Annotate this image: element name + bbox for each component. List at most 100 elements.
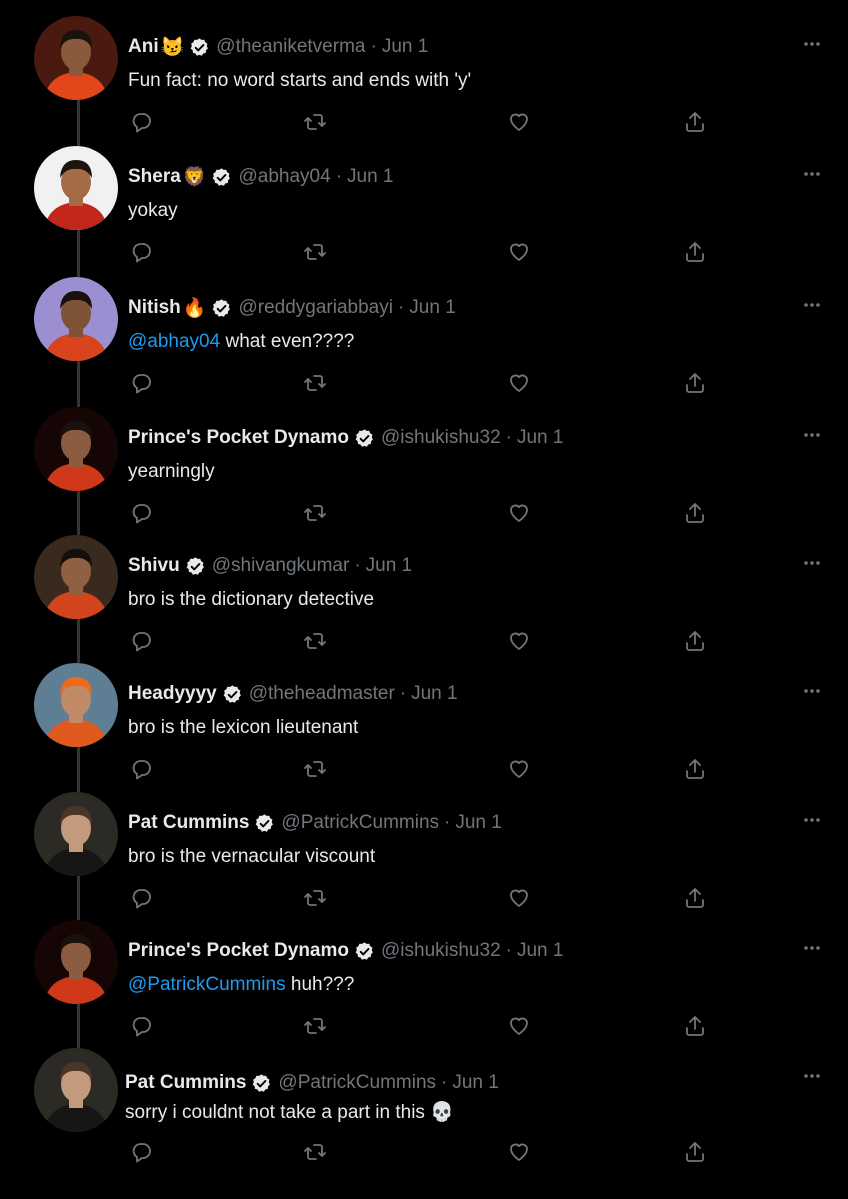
display-name[interactable]: Ani	[128, 36, 159, 58]
separator-dot: ·	[399, 683, 407, 704]
more-options-icon[interactable]	[802, 938, 822, 958]
tweet[interactable]: Shera 🦁 @abhay04 · Jun 1 yokay	[0, 130, 848, 263]
verified-badge-icon	[256, 813, 274, 832]
display-name[interactable]: Shera	[128, 166, 181, 188]
more-options-icon[interactable]	[802, 810, 822, 830]
display-name[interactable]: Headyyyy	[128, 683, 217, 705]
avatar[interactable]	[34, 146, 118, 230]
tweet-date[interactable]: Jun 1	[409, 297, 455, 319]
display-name[interactable]: Pat Cummins	[125, 1072, 246, 1094]
display-name[interactable]: Prince's Pocket Dynamo	[128, 940, 349, 962]
tweet[interactable]: Headyyyy @theheadmaster · Jun 1 bro is t…	[0, 647, 848, 780]
tweet-text: @PatrickCummins huh???	[128, 974, 354, 996]
tweet-body: sorry i couldnt not take a part in this …	[125, 1102, 454, 1123]
more-options-icon[interactable]	[802, 425, 822, 445]
separator-dot: ·	[444, 812, 451, 833]
tweet-date[interactable]: Jun 1	[411, 683, 457, 705]
tweet-header: Shera 🦁 @abhay04 · Jun 1	[128, 164, 394, 190]
display-name[interactable]: Pat Cummins	[128, 812, 249, 834]
tweet-text: yokay	[128, 200, 178, 222]
tweet-date[interactable]: Jun 1	[382, 36, 428, 58]
username-handle[interactable]: @shivangkumar	[212, 555, 350, 577]
tweet[interactable]: Ani 😼 @theaniketverma · Jun 1 Fun fact: …	[0, 0, 848, 133]
share-icon	[686, 1142, 704, 1162]
separator-dot: ·	[397, 297, 405, 318]
mention-link[interactable]: @abhay04	[128, 331, 220, 352]
tweet-body: yokay	[128, 200, 178, 221]
username-handle[interactable]: @reddygariabbayi	[238, 297, 393, 319]
verified-badge-icon	[223, 684, 241, 703]
tweet-date[interactable]: Jun 1	[366, 555, 412, 577]
avatar[interactable]	[34, 277, 118, 361]
username-handle[interactable]: @PatrickCummins	[281, 812, 439, 834]
tweet-header: Shivu @shivangkumar · Jun 1	[128, 553, 412, 579]
username-handle[interactable]: @ishukishu32	[381, 427, 501, 449]
display-name[interactable]: Shivu	[128, 555, 180, 577]
username-handle[interactable]: @theaniketverma	[216, 36, 365, 58]
display-name[interactable]: Prince's Pocket Dynamo	[128, 427, 349, 449]
tweet-text: bro is the lexicon lieutenant	[128, 717, 358, 739]
tweet-body: Fun fact: no word starts and ends with '…	[128, 70, 472, 91]
separator-dot: ·	[441, 1072, 448, 1093]
share-button[interactable]	[683, 1140, 707, 1164]
verified-badge-icon	[355, 941, 373, 960]
verified-badge-icon	[186, 556, 204, 575]
tweet[interactable]: Pat Cummins @PatrickCummins · Jun 1 sorr…	[0, 1032, 848, 1163]
avatar[interactable]	[34, 663, 118, 747]
tweet[interactable]: Shivu @shivangkumar · Jun 1 bro is the d…	[0, 519, 848, 652]
avatar[interactable]	[34, 407, 118, 491]
more-options-icon[interactable]	[802, 553, 822, 573]
retweet-button[interactable]	[303, 1140, 327, 1164]
more-options-icon[interactable]	[802, 295, 822, 315]
tweet[interactable]: Nitish 🔥 @reddygariabbayi · Jun 1 @abhay…	[0, 261, 848, 394]
separator-dot: ·	[354, 555, 361, 576]
mention-link[interactable]: @PatrickCummins	[128, 974, 286, 995]
more-options-icon[interactable]	[802, 681, 822, 701]
name-emoji: 🔥	[182, 298, 207, 319]
tweet-text: bro is the vernacular viscount	[128, 846, 375, 868]
verified-badge-icon	[213, 298, 231, 317]
tweet-date[interactable]: Jun 1	[452, 1072, 498, 1094]
tweet-body: huh???	[290, 974, 355, 995]
avatar[interactable]	[34, 1048, 118, 1132]
heart-icon	[510, 1143, 528, 1161]
tweet-date[interactable]: Jun 1	[455, 812, 501, 834]
name-emoji: 🦁	[182, 167, 207, 188]
more-options-icon[interactable]	[802, 164, 822, 184]
tweet[interactable]: Prince's Pocket Dynamo @ishukishu32 · Ju…	[0, 391, 848, 524]
separator-dot: ·	[335, 166, 343, 187]
username-handle[interactable]: @abhay04	[238, 166, 330, 188]
like-button[interactable]	[507, 1140, 531, 1164]
tweet-date[interactable]: Jun 1	[517, 940, 563, 962]
tweet-date[interactable]: Jun 1	[517, 427, 563, 449]
username-handle[interactable]: @ishukishu32	[381, 940, 501, 962]
reply-button[interactable]	[130, 1140, 154, 1164]
avatar[interactable]	[34, 792, 118, 876]
more-options-icon[interactable]	[802, 34, 822, 54]
username-handle[interactable]: @PatrickCummins	[278, 1072, 436, 1094]
tweet[interactable]: Pat Cummins @PatrickCummins · Jun 1 bro …	[0, 776, 848, 909]
separator-dot: ·	[505, 427, 512, 448]
tweet-text: sorry i couldnt not take a part in this …	[125, 1100, 454, 1124]
avatar[interactable]	[34, 920, 118, 1004]
reply-icon	[132, 1143, 151, 1163]
avatar[interactable]	[34, 16, 118, 100]
separator-dot: ·	[370, 36, 377, 57]
verified-badge-icon	[190, 37, 209, 56]
tweet-text: Fun fact: no word starts and ends with '…	[128, 70, 471, 92]
avatar[interactable]	[34, 535, 118, 619]
tweet-body: yearningly	[128, 461, 215, 482]
tweet-body: bro is the dictionary detective	[128, 589, 375, 610]
more-options-icon[interactable]	[802, 1066, 822, 1086]
tweet-date[interactable]: Jun 1	[347, 166, 393, 188]
display-name[interactable]: Nitish	[128, 297, 181, 319]
name-emoji: 😼	[160, 37, 185, 58]
verified-badge-icon	[355, 428, 373, 447]
tweet-text: bro is the dictionary detective	[128, 589, 374, 611]
tweet-body: what even????	[225, 331, 355, 352]
tweet-body: bro is the lexicon lieutenant	[128, 717, 359, 738]
tweet-header: Headyyyy @theheadmaster · Jun 1	[128, 681, 458, 707]
tweet-text: @abhay04 what even????	[128, 331, 354, 353]
tweet[interactable]: Prince's Pocket Dynamo @ishukishu32 · Ju…	[0, 904, 848, 1037]
username-handle[interactable]: @theheadmaster	[249, 683, 395, 705]
